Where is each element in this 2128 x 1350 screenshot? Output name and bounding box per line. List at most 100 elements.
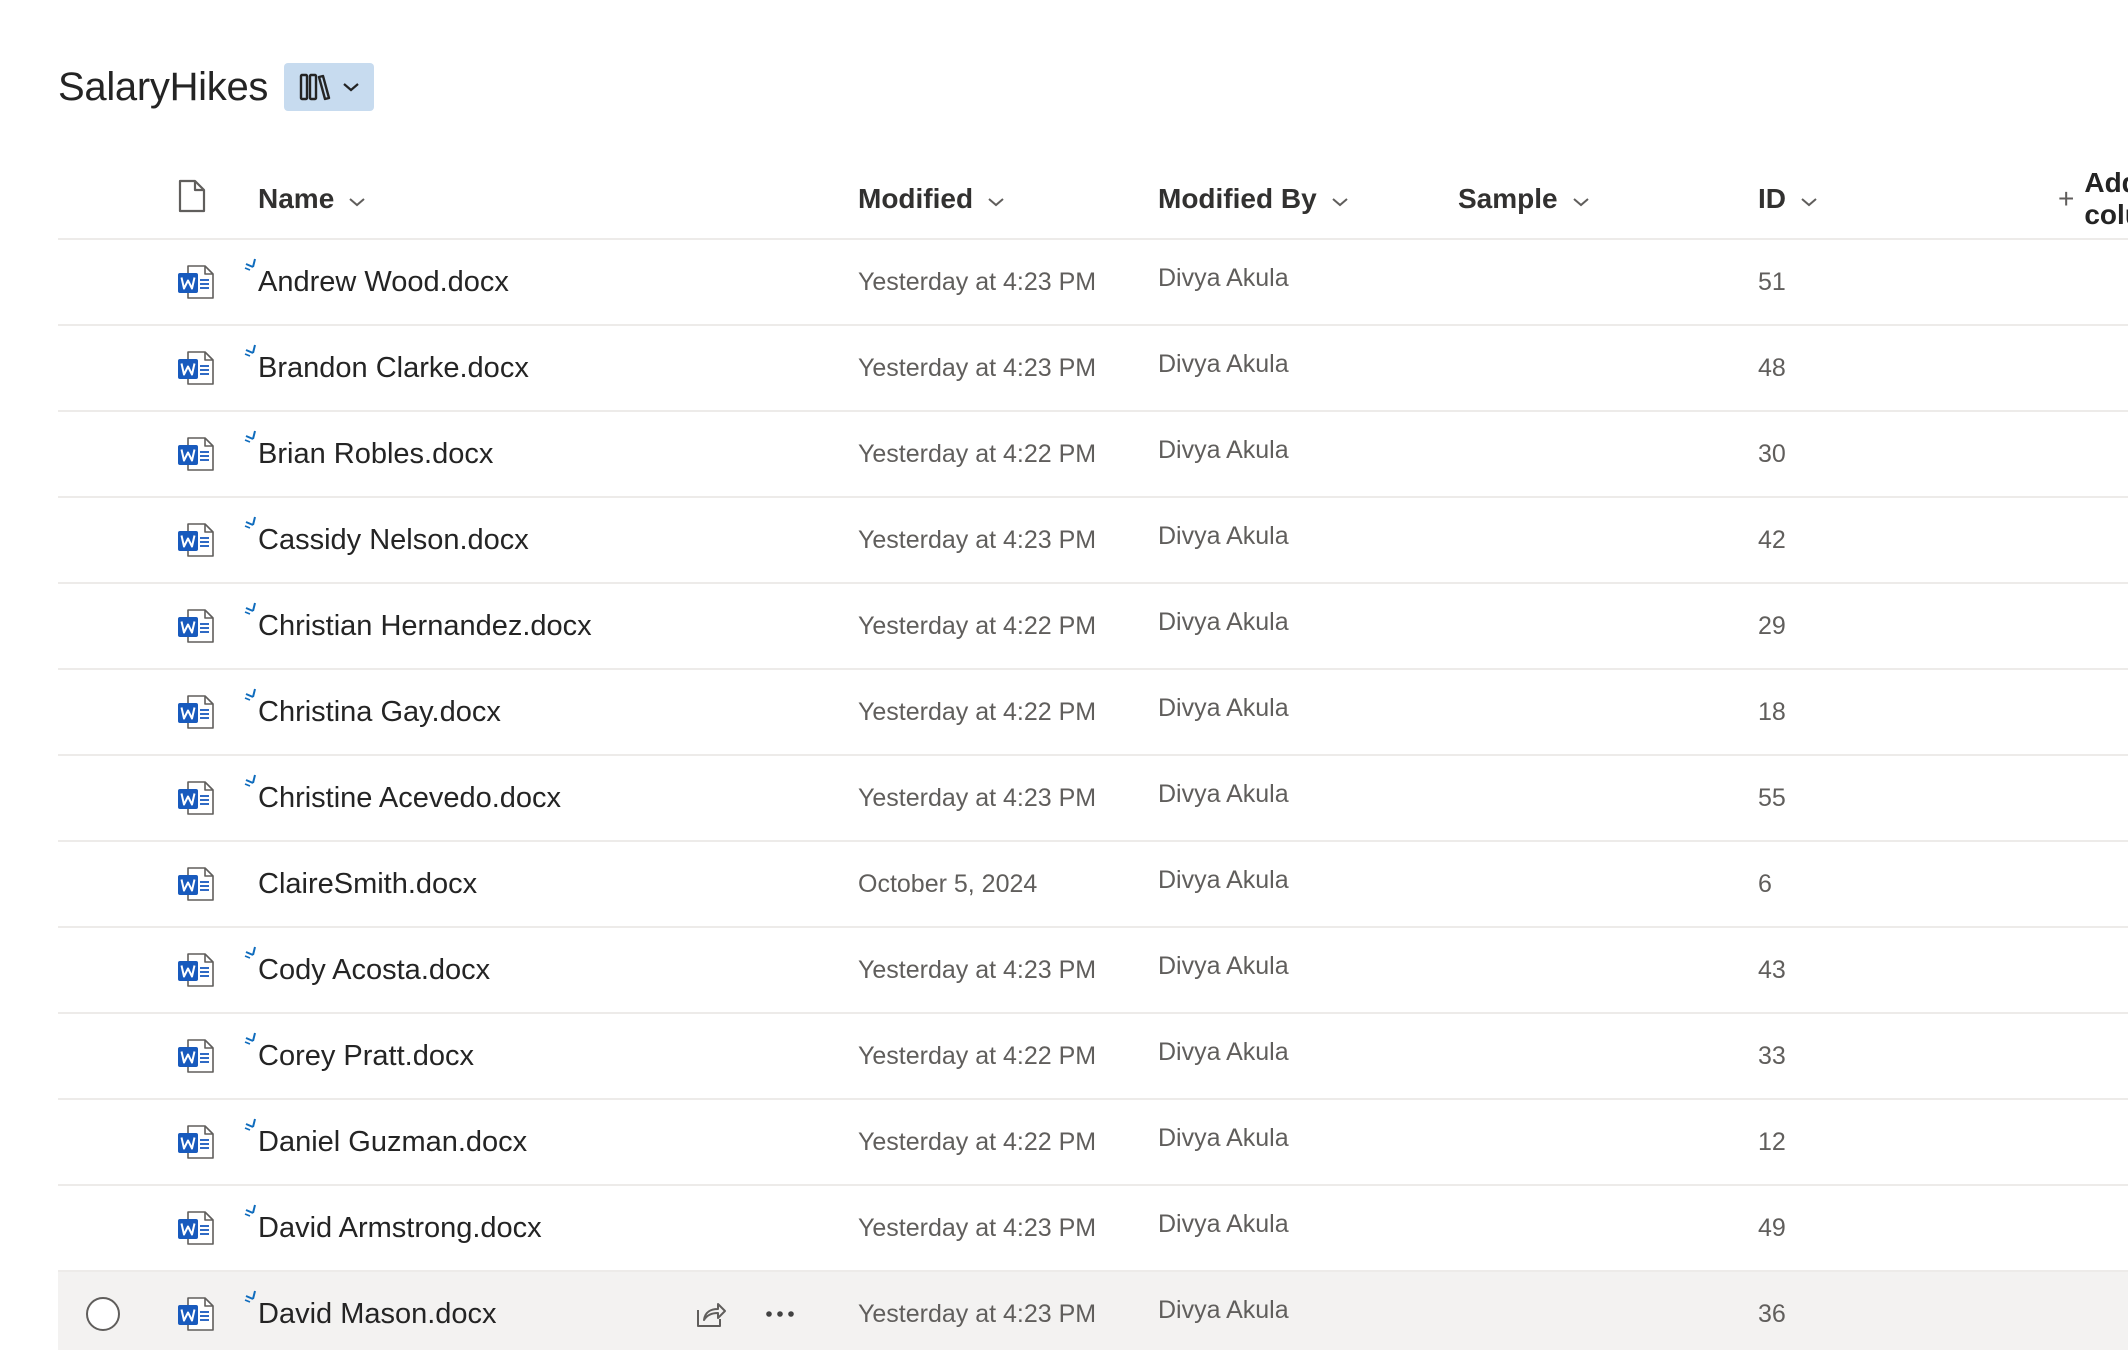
table-row[interactable]: Cassidy Nelson.docx Yesterday at 4:23 PM D… — [58, 498, 2128, 584]
item-id: 30 — [1758, 439, 1786, 468]
column-header-sample[interactable]: Sample — [1458, 160, 1590, 238]
table-row[interactable]: David Mason.docx Yesterday at 4:23 PM Div… — [58, 1272, 2128, 1350]
file-name-link[interactable]: Christian Hernandez.docx — [258, 584, 592, 668]
column-header-modified[interactable]: Modified — [858, 160, 1005, 238]
modified-date: Yesterday at 4:23 PM — [858, 267, 1097, 296]
file-name-link[interactable]: Andrew Wood.docx — [258, 240, 509, 324]
file-name-link[interactable]: David Armstrong.docx — [258, 1186, 542, 1270]
file-name-link[interactable]: Christine Acevedo.docx — [258, 756, 561, 840]
table-row[interactable]: David Armstrong.docx Yesterday at 4:23 PM… — [58, 1186, 2128, 1272]
column-header-modified-by[interactable]: Modified By — [1158, 160, 1349, 238]
item-id: 48 — [1758, 353, 1786, 382]
document-library-page: SalaryHikes Name Modified Modified By Sa… — [0, 0, 2128, 1350]
table-row[interactable]: Brandon Clarke.docx Yesterday at 4:23 PM D… — [58, 326, 2128, 412]
word-file-icon — [176, 1186, 216, 1270]
file-list: Andrew Wood.docx Yesterday at 4:23 PM Divy… — [58, 240, 2128, 1350]
file-name-link[interactable]: Daniel Guzman.docx — [258, 1100, 527, 1184]
chevron-down-icon — [1331, 183, 1349, 215]
modified-date: Yesterday at 4:22 PM — [858, 439, 1097, 468]
word-file-icon — [176, 756, 216, 840]
item-id: 12 — [1758, 1127, 1786, 1156]
item-id: 36 — [1758, 1299, 1786, 1328]
modified-by-user[interactable]: Divya Akula — [1158, 1182, 1289, 1266]
row-select-checkbox[interactable] — [86, 1272, 120, 1350]
library-title: SalaryHikes — [58, 64, 269, 109]
chevron-down-icon — [342, 81, 360, 93]
modified-date: Yesterday at 4:23 PM — [858, 783, 1097, 812]
item-id: 29 — [1758, 611, 1786, 640]
chevron-down-icon — [348, 183, 366, 215]
table-row[interactable]: Daniel Guzman.docx Yesterday at 4:22 PM Di… — [58, 1100, 2128, 1186]
modified-date: Yesterday at 4:22 PM — [858, 611, 1097, 640]
table-row[interactable]: Cody Acosta.docx Yesterday at 4:23 PM Divy… — [58, 928, 2128, 1014]
word-file-icon — [176, 326, 216, 410]
modified-by-user[interactable]: Divya Akula — [1158, 1096, 1289, 1180]
file-name-link[interactable]: ClaireSmith.docx — [258, 842, 477, 926]
file-name-link[interactable]: Cassidy Nelson.docx — [258, 498, 529, 582]
file-name-link[interactable]: Brian Robles.docx — [258, 412, 493, 496]
column-header-name[interactable]: Name — [258, 160, 366, 238]
modified-date: Yesterday at 4:23 PM — [858, 525, 1097, 554]
modified-date: Yesterday at 4:23 PM — [858, 1213, 1097, 1242]
table-row[interactable]: Brian Robles.docx Yesterday at 4:22 PM Div… — [58, 412, 2128, 498]
more-options-icon[interactable] — [765, 1310, 795, 1318]
column-header-label: Modified — [858, 183, 974, 214]
table-row[interactable]: Corey Pratt.docx Yesterday at 4:22 PM Divy… — [58, 1014, 2128, 1100]
column-header-label: Modified By — [1158, 183, 1317, 214]
share-icon[interactable] — [693, 1299, 727, 1329]
file-name-link[interactable]: Christina Gay.docx — [258, 670, 501, 754]
modified-by-user[interactable]: Divya Akula — [1158, 1010, 1289, 1094]
modified-by-user[interactable]: Divya Akula — [1158, 666, 1289, 750]
item-id: 42 — [1758, 525, 1786, 554]
file-name-link[interactable]: Brandon Clarke.docx — [258, 326, 529, 410]
item-id: 43 — [1758, 955, 1786, 984]
modified-by-user[interactable]: Divya Akula — [1158, 838, 1289, 922]
word-file-icon — [176, 1272, 216, 1350]
modified-by-user[interactable]: Divya Akula — [1158, 494, 1289, 578]
file-name-link[interactable]: Cody Acosta.docx — [258, 928, 490, 1012]
chevron-down-icon — [987, 183, 1005, 215]
modified-by-user[interactable]: Divya Akula — [1158, 408, 1289, 492]
modified-date: Yesterday at 4:22 PM — [858, 1041, 1097, 1070]
column-header-id[interactable]: ID — [1758, 160, 1818, 238]
file-name-link[interactable]: Corey Pratt.docx — [258, 1014, 474, 1098]
file-type-column-header[interactable] — [178, 160, 206, 238]
column-header-label: Name — [258, 183, 335, 214]
item-id: 49 — [1758, 1213, 1786, 1242]
modified-by-user[interactable]: Divya Akula — [1158, 752, 1289, 836]
chevron-down-icon — [1800, 183, 1818, 215]
modified-date: Yesterday at 4:23 PM — [858, 1299, 1097, 1328]
column-header-row: Name Modified Modified By Sample ID + Ad… — [58, 160, 2128, 240]
table-row[interactable]: Christian Hernandez.docx Yesterday at 4:2… — [58, 584, 2128, 670]
checkbox-circle-icon[interactable] — [86, 1297, 120, 1331]
row-actions — [693, 1272, 795, 1350]
modified-by-user[interactable]: Divya Akula — [1158, 322, 1289, 406]
modified-by-user[interactable]: Divya Akula — [1158, 236, 1289, 320]
modified-date: Yesterday at 4:23 PM — [858, 955, 1097, 984]
item-id: 51 — [1758, 267, 1786, 296]
add-column-label: Add column — [2084, 167, 2128, 230]
chevron-down-icon — [1572, 183, 1590, 215]
add-column-button[interactable]: + Add column — [2058, 160, 2128, 238]
table-row[interactable]: Andrew Wood.docx Yesterday at 4:23 PM Divy… — [58, 240, 2128, 326]
word-file-icon — [176, 1100, 216, 1184]
document-icon — [178, 179, 206, 220]
word-file-icon — [176, 670, 216, 754]
file-name-link[interactable]: David Mason.docx — [258, 1272, 497, 1350]
word-file-icon — [176, 1014, 216, 1098]
table-row[interactable]: ClaireSmith.docx October 5, 2024 Divya Aku… — [58, 842, 2128, 928]
view-switcher-button[interactable] — [284, 63, 375, 111]
table-row[interactable]: Christine Acevedo.docx Yesterday at 4:23 … — [58, 756, 2128, 842]
modified-date: October 5, 2024 — [858, 869, 1038, 898]
item-id: 6 — [1758, 869, 1772, 898]
item-id: 33 — [1758, 1041, 1786, 1070]
word-file-icon — [176, 584, 216, 668]
item-id: 55 — [1758, 783, 1786, 812]
modified-by-user[interactable]: Divya Akula — [1158, 924, 1289, 1008]
word-file-icon — [176, 928, 216, 1012]
table-row[interactable]: Christina Gay.docx Yesterday at 4:22 PM Di… — [58, 670, 2128, 756]
modified-by-user[interactable]: Divya Akula — [1158, 1268, 1289, 1350]
modified-date: Yesterday at 4:22 PM — [858, 1127, 1097, 1156]
modified-by-user[interactable]: Divya Akula — [1158, 580, 1289, 664]
word-file-icon — [176, 842, 216, 926]
